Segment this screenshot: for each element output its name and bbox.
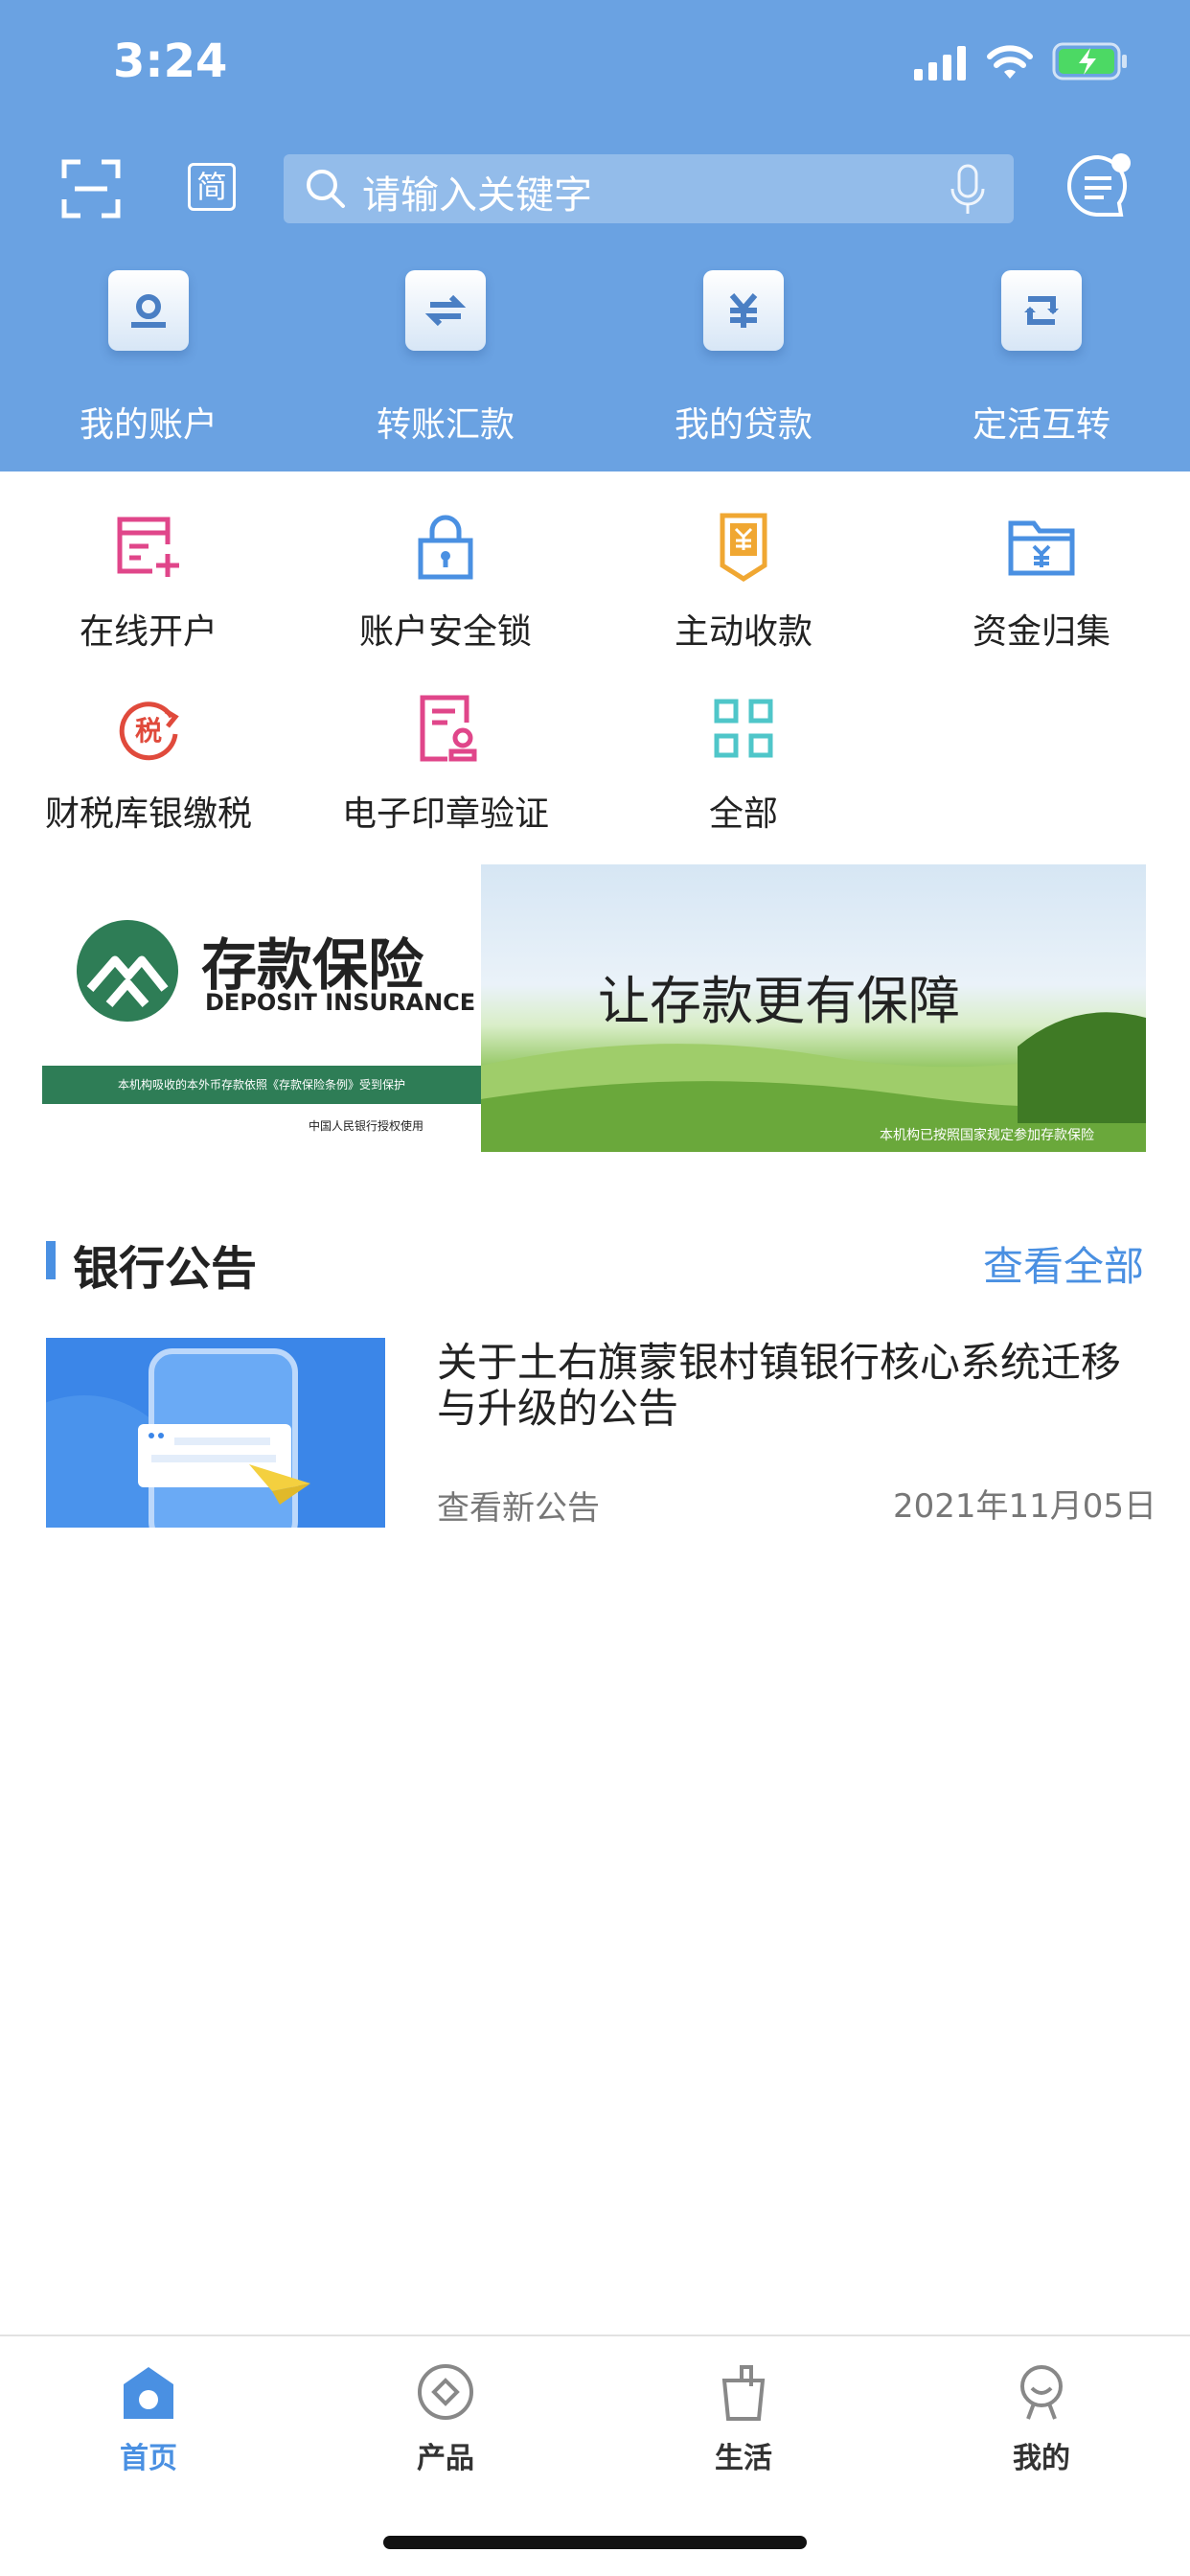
service-all[interactable]: 全部 [595, 688, 892, 836]
banner-footnote: 本机构已按照国家规定参加存款保险 [880, 1128, 1094, 1143]
announcement-title[interactable]: 关于土右旗蒙银村镇银行核心系统迁移与升级的公告 [437, 1340, 1146, 1432]
banner-logo-panel: 存款保险 DEPOSIT INSURANCE 本机构吸收的本外币存款依照《存款保… [42, 864, 481, 1152]
simplified-chinese-toggle[interactable]: 简 [188, 163, 236, 211]
quick-action-label: 我的账户 [79, 405, 217, 445]
lock-icon [418, 515, 473, 580]
wifi-icon [987, 45, 1033, 79]
announcement-thumbnail[interactable] [46, 1338, 385, 1528]
banner-authorized-text: 中国人民银行授权使用 [309, 1119, 424, 1133]
transfer-icon [405, 270, 486, 351]
tax-icon: 税 [119, 702, 179, 761]
online-account-icon [117, 517, 179, 577]
service-fund-collection[interactable]: 资金归集 [893, 506, 1190, 654]
tab-home[interactable]: 首页 [0, 2361, 297, 2476]
deposit-insurance-banner[interactable]: 存款保险 DEPOSIT INSURANCE 本机构吸收的本外币存款依照《存款保… [42, 864, 1146, 1152]
service-seal-verify[interactable]: 电子印章验证 [297, 688, 594, 836]
service-collect-payment[interactable]: 主动收款 [595, 506, 892, 654]
account-icon [108, 270, 189, 351]
fund-folder-icon [1008, 520, 1075, 576]
service-online-account[interactable]: 在线开户 [0, 506, 297, 654]
home-icon [124, 2367, 173, 2419]
quick-action-my-account[interactable]: 我的账户 [0, 270, 297, 447]
loan-icon [703, 270, 784, 351]
seal-verify-icon [420, 695, 477, 762]
scan-icon[interactable] [61, 159, 121, 218]
svg-text:税: 税 [135, 715, 162, 747]
view-all-link[interactable]: 查看全部 [983, 1234, 1144, 1293]
banner-slogan: 让存款更有保障 [598, 971, 960, 1031]
tab-products[interactable]: 产品 [297, 2361, 594, 2476]
quick-action-label: 定活互转 [972, 405, 1110, 445]
cellular-signal-icon [914, 46, 966, 80]
tab-label: 我的 [1013, 2442, 1070, 2475]
tab-label: 首页 [120, 2442, 177, 2475]
product-icon [418, 2364, 473, 2420]
announcement-date: 2021年11月05日 [893, 1487, 1157, 1526]
battery-icon [1052, 42, 1127, 80]
service-label: 主动收款 [674, 612, 812, 652]
quick-action-loan[interactable]: 我的贷款 [595, 270, 892, 447]
profile-icon [1020, 2365, 1063, 2420]
announcements-title: 银行公告 [73, 1242, 258, 1296]
life-icon [721, 2365, 766, 2421]
banner-protection-strip: 本机构吸收的本外币存款依照《存款保险条例》受到保护 [42, 1066, 481, 1104]
quick-action-exchange[interactable]: 定活互转 [893, 270, 1190, 447]
service-label: 在线开户 [79, 612, 217, 652]
quick-action-transfer[interactable]: 转账汇款 [297, 270, 594, 447]
banner-landscape-image: 让存款更有保障 本机构已按照国家规定参加存款保险 [481, 864, 1146, 1152]
deposit-insurance-logo [77, 920, 178, 1022]
home-indicator[interactable] [383, 2536, 807, 2549]
service-label: 电子印章验证 [341, 794, 549, 834]
service-label: 全部 [708, 794, 778, 834]
search-input[interactable]: 请输入关键字 [284, 154, 1014, 223]
section-accent-bar [46, 1241, 56, 1279]
tab-profile[interactable]: 我的 [893, 2361, 1190, 2476]
exchange-icon [1001, 270, 1082, 351]
message-icon[interactable] [1064, 151, 1133, 220]
tab-label: 产品 [417, 2442, 474, 2475]
quick-action-label: 我的贷款 [674, 405, 812, 445]
service-label: 账户安全锁 [358, 612, 532, 652]
collect-payment-icon [720, 513, 767, 582]
quick-action-label: 转账汇款 [376, 405, 515, 445]
status-time: 3:24 [113, 34, 228, 88]
announcement-subtitle: 查看新公告 [437, 1489, 600, 1528]
service-label: 财税库银缴税 [44, 794, 252, 834]
tab-life[interactable]: 生活 [595, 2361, 892, 2476]
grid-icon [714, 699, 773, 758]
search-icon [307, 170, 345, 208]
service-tax-payment[interactable]: 税 财税库银缴税 [0, 688, 297, 836]
search-placeholder: 请输入关键字 [362, 173, 592, 218]
tab-label: 生活 [715, 2442, 772, 2475]
microphone-icon[interactable] [949, 164, 987, 216]
service-account-lock[interactable]: 账户安全锁 [297, 506, 594, 654]
header: 3:24 简 请输入关键字 我的账户 转账汇款 我的贷款 定活互转 [0, 0, 1190, 472]
service-label: 资金归集 [972, 612, 1110, 652]
banner-brand-en: DEPOSIT INSURANCE [205, 989, 476, 1016]
